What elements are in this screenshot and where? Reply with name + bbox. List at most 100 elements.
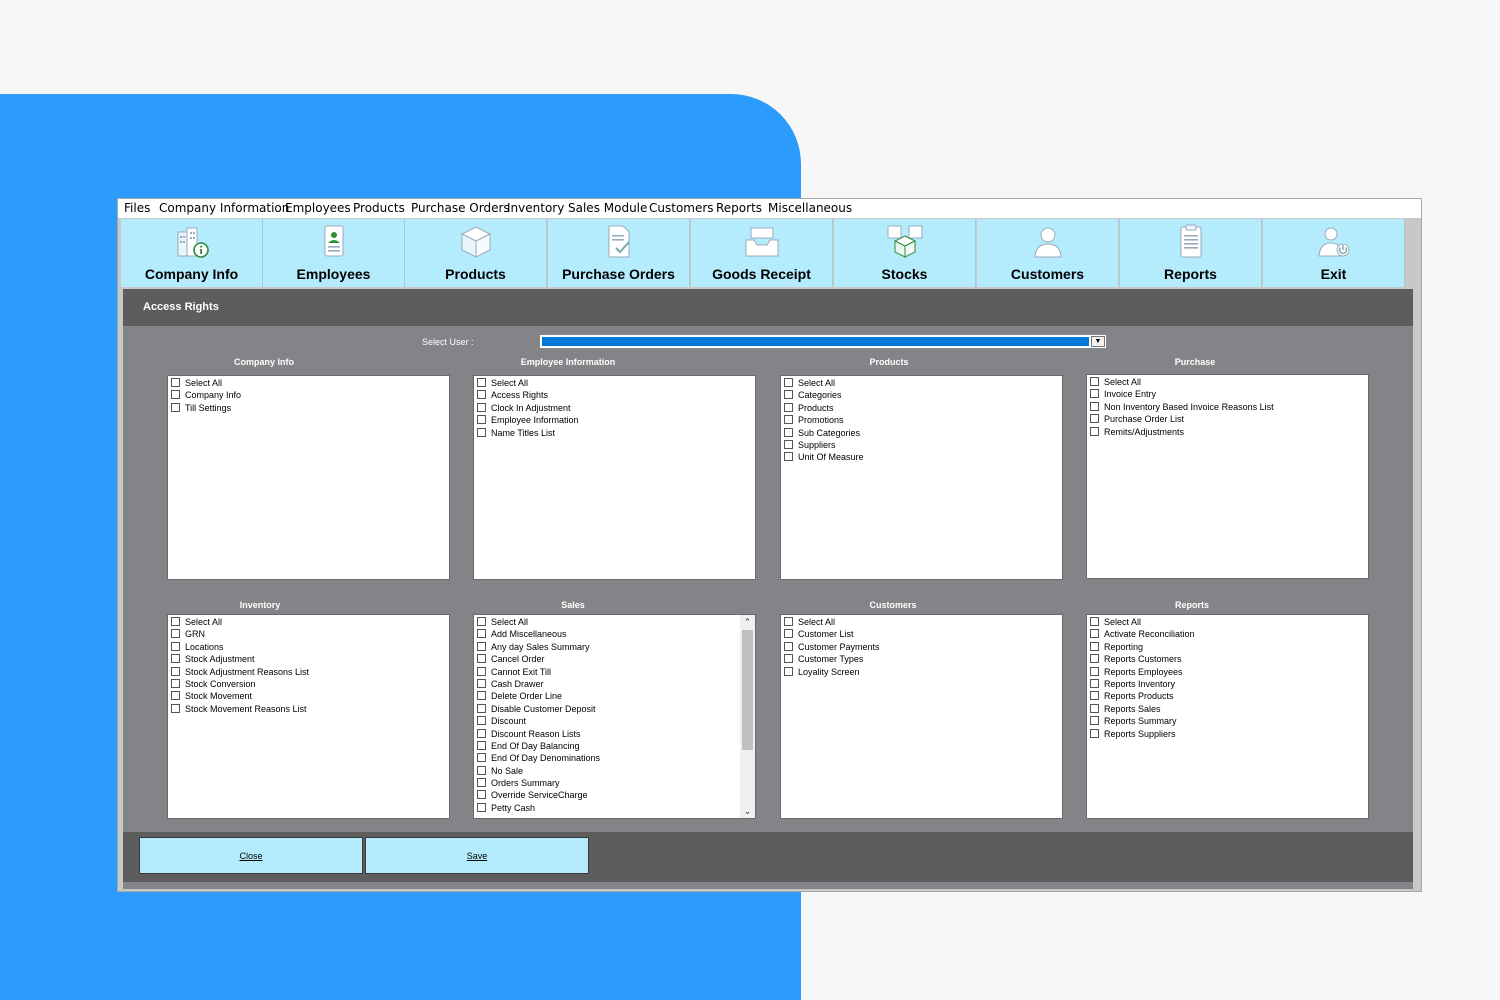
checkbox[interactable] <box>1090 414 1099 424</box>
checkbox[interactable] <box>477 802 486 812</box>
checkbox-item[interactable]: Reports Sales <box>1087 703 1368 715</box>
checkbox[interactable] <box>477 617 486 626</box>
checkbox[interactable] <box>477 402 486 412</box>
checkbox[interactable] <box>784 629 793 639</box>
checkbox[interactable] <box>477 703 486 713</box>
list-customers[interactable]: Select All Customer List Customer Payments… <box>780 614 1063 819</box>
checkbox-item[interactable]: Reports Employees <box>1087 666 1368 678</box>
checkbox[interactable] <box>784 452 793 462</box>
checkbox-item[interactable]: Discount <box>474 715 755 727</box>
menu-reports[interactable]: Reports <box>716 201 762 215</box>
checkbox[interactable] <box>171 666 180 676</box>
checkbox-item[interactable]: Orders Summary <box>474 777 755 789</box>
toolbar-exit-button[interactable]: Exit <box>1263 219 1405 287</box>
checkbox-item[interactable]: Stock Adjustment Reasons List <box>168 666 449 678</box>
menu-purchase-orders[interactable]: Purchase Orders <box>411 201 510 215</box>
checkbox[interactable] <box>477 691 486 701</box>
checkbox-item[interactable]: Loyality Screen <box>781 666 1062 678</box>
toolbar-customers-button[interactable]: Customers <box>977 219 1119 287</box>
checkbox[interactable] <box>1090 377 1099 386</box>
checkbox[interactable] <box>171 402 180 412</box>
checkbox-item[interactable]: Reporting <box>1087 641 1368 653</box>
checkbox-item[interactable]: Sub Categories <box>781 427 1062 439</box>
menu-files[interactable]: Files <box>124 201 150 215</box>
close-button[interactable]: Close <box>139 837 363 874</box>
checkbox-item[interactable]: Employee Information <box>474 414 755 426</box>
checkbox-item[interactable]: Purchase Order List <box>1087 413 1368 425</box>
list-sales[interactable]: Select All Add Miscellaneous Any day Sales… <box>473 614 756 819</box>
checkbox[interactable] <box>171 654 180 664</box>
checkbox[interactable] <box>784 641 793 651</box>
toolbar-products-button[interactable]: Products <box>405 219 547 287</box>
checkbox[interactable] <box>477 716 486 726</box>
checkbox-item[interactable]: Unit Of Measure <box>781 451 1062 463</box>
list-employee-information[interactable]: Select All Access Rights Clock In Adjustme… <box>473 375 756 580</box>
checkbox[interactable] <box>171 390 180 400</box>
toolbar-company-info-button[interactable]: Company Info <box>121 219 263 287</box>
checkbox[interactable] <box>477 378 486 387</box>
checkbox[interactable] <box>1090 426 1099 436</box>
checkbox[interactable] <box>477 678 486 688</box>
toolbar-goods-receipt-button[interactable]: Goods Receipt <box>691 219 833 287</box>
checkbox[interactable] <box>784 415 793 425</box>
checkbox-item[interactable]: Till Settings <box>168 402 449 414</box>
checkbox[interactable] <box>477 753 486 763</box>
checkbox-item[interactable]: Company Info <box>168 389 449 401</box>
checkbox-item[interactable]: Reports Customers <box>1087 653 1368 665</box>
checkbox-item[interactable]: Non Inventory Based Invoice Reasons List <box>1087 401 1368 413</box>
checkbox[interactable] <box>1090 401 1099 411</box>
checkbox-item[interactable]: Name Titles List <box>474 427 755 439</box>
checkbox-item[interactable]: Select All <box>1087 376 1368 388</box>
checkbox-item[interactable]: Access Rights <box>474 389 755 401</box>
checkbox-item[interactable]: Stock Movement <box>168 690 449 702</box>
checkbox[interactable] <box>1090 654 1099 664</box>
checkbox-item[interactable]: Customer Payments <box>781 641 1062 653</box>
checkbox-item[interactable]: Stock Conversion <box>168 678 449 690</box>
checkbox-item[interactable]: Reports Products <box>1087 690 1368 702</box>
checkbox[interactable] <box>171 703 180 713</box>
checkbox[interactable] <box>784 666 793 676</box>
scroll-up-icon[interactable]: ⌃ <box>740 615 755 629</box>
checkbox-item[interactable]: Promotions <box>781 414 1062 426</box>
checkbox[interactable] <box>1090 389 1099 399</box>
toolbar-stocks-button[interactable]: Stocks <box>834 219 976 287</box>
checkbox[interactable] <box>477 641 486 651</box>
checkbox-item[interactable]: Disable Customer Deposit <box>474 703 755 715</box>
checkbox-item[interactable]: Override ServiceCharge <box>474 789 755 801</box>
menu-employees[interactable]: Employees <box>285 201 351 215</box>
checkbox-item[interactable]: Cancel Order <box>474 653 755 665</box>
scroll-thumb[interactable] <box>742 630 753 750</box>
checkbox-item[interactable]: Cash Drawer <box>474 678 755 690</box>
sales-scrollbar[interactable]: ⌃ ⌄ <box>740 615 755 818</box>
list-reports[interactable]: Select All Activate Reconciliation Reporti… <box>1086 614 1369 819</box>
checkbox[interactable] <box>171 617 180 626</box>
checkbox[interactable] <box>1090 617 1099 626</box>
checkbox-item[interactable]: Select All <box>168 616 449 628</box>
checkbox-item[interactable]: End Of Day Denominations <box>474 752 755 764</box>
checkbox-item[interactable]: Cannot Exit Till <box>474 666 755 678</box>
checkbox-item[interactable]: Locations <box>168 641 449 653</box>
checkbox[interactable] <box>171 641 180 651</box>
checkbox-item[interactable]: Select All <box>474 616 755 628</box>
checkbox-item[interactable]: No Sale <box>474 765 755 777</box>
checkbox-item[interactable]: Select All <box>1087 616 1368 628</box>
checkbox[interactable] <box>477 629 486 639</box>
checkbox-item[interactable]: Petty Cash <box>474 802 755 814</box>
checkbox[interactable] <box>171 691 180 701</box>
checkbox-item[interactable]: Clock In Adjustment <box>474 402 755 414</box>
checkbox[interactable] <box>1090 678 1099 688</box>
checkbox-item[interactable]: Invoice Entry <box>1087 388 1368 400</box>
checkbox[interactable] <box>477 765 486 775</box>
checkbox-item[interactable]: End Of Day Balancing <box>474 740 755 752</box>
checkbox[interactable] <box>477 415 486 425</box>
checkbox[interactable] <box>477 740 486 750</box>
checkbox-item[interactable]: Reports Summary <box>1087 715 1368 727</box>
checkbox[interactable] <box>1090 641 1099 651</box>
list-purchase[interactable]: Select All Invoice Entry Non Inventory Bas… <box>1086 374 1369 579</box>
checkbox-item[interactable]: Discount Reason Lists <box>474 728 755 740</box>
checkbox-item[interactable]: Remits/Adjustments <box>1087 426 1368 438</box>
toolbar-purchase-orders-button[interactable]: Purchase Orders <box>548 219 690 287</box>
checkbox[interactable] <box>784 654 793 664</box>
list-inventory[interactable]: Select All GRN Locations Stock Adjustment St… <box>167 614 450 819</box>
checkbox-item[interactable]: Select All <box>168 377 449 389</box>
